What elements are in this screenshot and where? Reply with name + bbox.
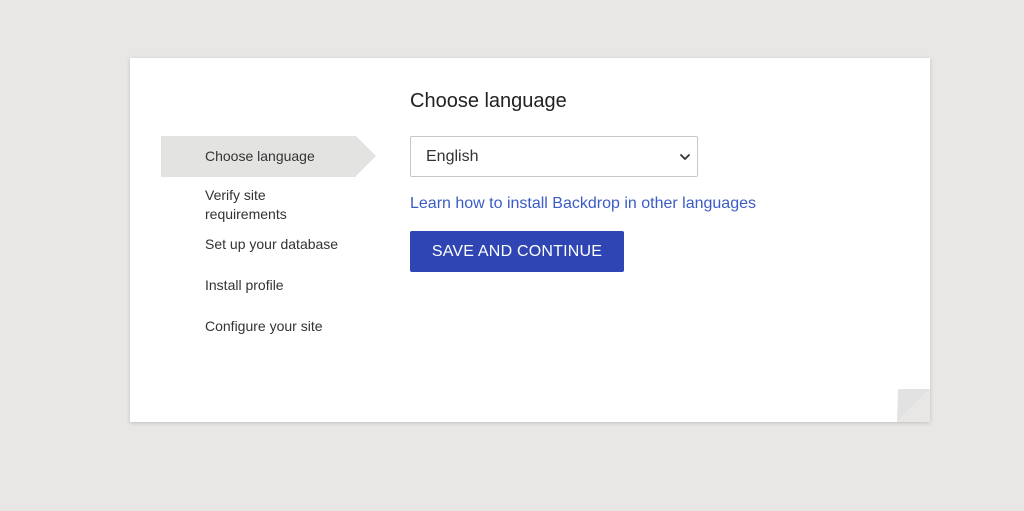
step-choose-language: Choose language: [161, 136, 376, 177]
step-database: Set up your database: [161, 224, 376, 265]
step-label: Install profile: [205, 277, 284, 293]
step-verify-requirements: Verify site requirements: [161, 184, 376, 224]
step-install-profile: Install profile: [161, 265, 376, 306]
installer-card: Choose language Verify site requirements…: [130, 58, 930, 422]
main-content: Choose language English Learn how to ins…: [410, 88, 890, 272]
page-fold-icon: [897, 389, 930, 422]
language-select-value: English: [426, 148, 479, 165]
chevron-down-icon: [680, 154, 690, 160]
page-title: Choose language: [410, 90, 567, 112]
step-label: Set up your database: [205, 236, 339, 252]
step-configure-site: Configure your site: [161, 306, 376, 347]
step-label: Configure your site: [205, 318, 323, 334]
save-and-continue-button[interactable]: SAVE AND CONTINUE: [410, 231, 624, 272]
install-steps: Choose language Verify site requirements…: [161, 136, 376, 347]
step-label: Choose language: [205, 148, 315, 164]
install-languages-link[interactable]: Learn how to install Backdrop in other l…: [410, 195, 756, 213]
step-label: Verify site requirements: [205, 187, 287, 222]
language-select[interactable]: English: [410, 136, 698, 177]
